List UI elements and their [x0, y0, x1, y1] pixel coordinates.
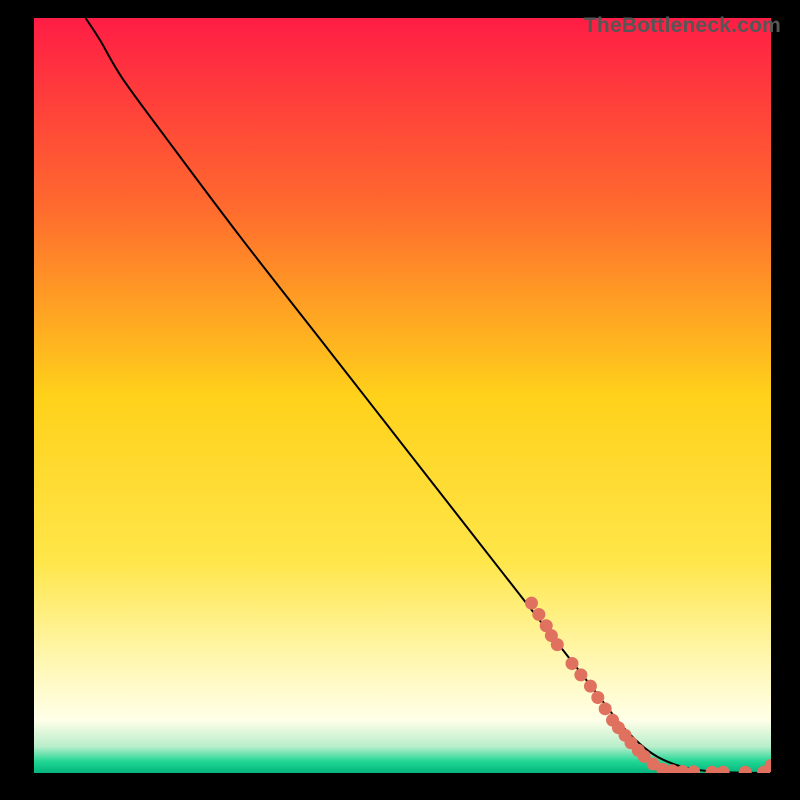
data-bead [525, 597, 538, 610]
data-bead [591, 691, 604, 704]
plot-area: TheBottleneck.com [34, 18, 771, 773]
chart-frame: TheBottleneck.com [0, 0, 800, 800]
data-bead [566, 657, 579, 670]
data-bead [532, 608, 545, 621]
data-bead [584, 680, 597, 693]
chart-canvas [34, 18, 771, 773]
data-bead [551, 638, 564, 651]
data-bead [574, 668, 587, 681]
gradient-background [34, 18, 771, 773]
watermark-text: TheBottleneck.com [584, 14, 781, 38]
data-bead [599, 702, 612, 715]
